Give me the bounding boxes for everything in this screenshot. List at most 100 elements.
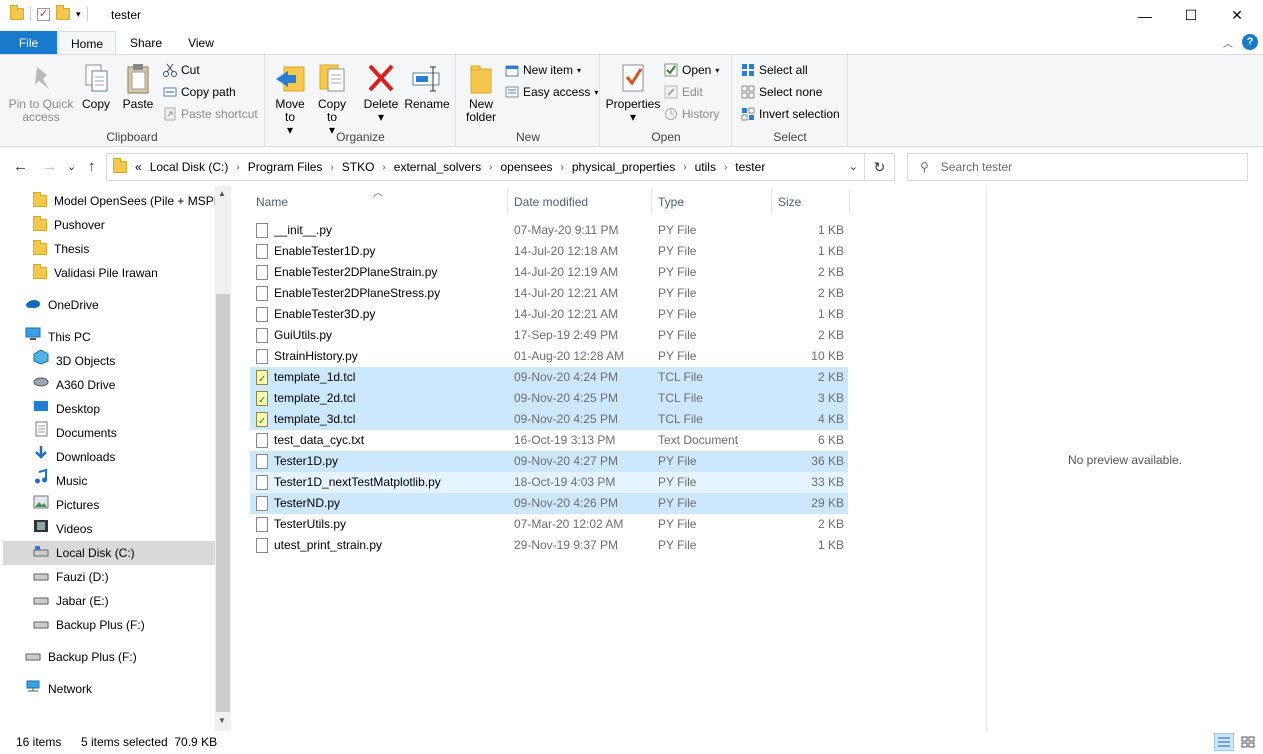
chevron-right-icon[interactable]: › bbox=[683, 162, 686, 173]
file-row[interactable]: Tester1D_nextTestMatplotlib.py 18-Oct-19 … bbox=[250, 472, 848, 493]
refresh-button[interactable]: ↻ bbox=[865, 153, 895, 181]
file-row[interactable]: template_2d.tcl 09-Nov-20 4:25 PM TCL File… bbox=[250, 388, 848, 411]
open-button[interactable]: Open ▾ bbox=[664, 63, 719, 77]
nav-item-a360-drive[interactable]: A360 Drive bbox=[33, 373, 115, 397]
nav-item-documents[interactable]: Documents bbox=[33, 421, 117, 445]
breadcrumb-item[interactable]: Program Files bbox=[248, 160, 323, 174]
new-folder-button[interactable]: New folder bbox=[461, 61, 501, 124]
help-icon[interactable]: ? bbox=[1242, 34, 1258, 50]
large-icons-view-button[interactable] bbox=[1238, 733, 1258, 751]
breadcrumb-item[interactable]: tester bbox=[735, 160, 765, 174]
nav-item-backup-plus-f-root[interactable]: Backup Plus (F:) bbox=[25, 645, 137, 669]
column-header-name[interactable]: Name bbox=[250, 190, 508, 214]
file-row[interactable]: EnableTester3D.py 14-Jul-20 12:21 AM PY Fi… bbox=[250, 304, 848, 325]
properties-button[interactable]: Properties ▾ bbox=[605, 61, 661, 124]
pin-quick-access-button[interactable]: Pin to Quick access bbox=[6, 61, 76, 124]
nav-item-model-opensees[interactable]: Model OpenSees (Pile + MSPD bbox=[33, 189, 222, 213]
copy-to-button[interactable]: Copy to ▾ bbox=[314, 61, 350, 137]
breadcrumb-overflow[interactable]: « bbox=[135, 160, 142, 174]
delete-button[interactable]: Delete ▾ bbox=[362, 61, 400, 124]
breadcrumb-item[interactable]: STKO bbox=[342, 160, 375, 174]
chevron-down-icon[interactable]: ⌄ bbox=[849, 160, 858, 173]
customize-qat-icon[interactable]: ▾ bbox=[76, 9, 81, 20]
file-row[interactable]: EnableTester2DPlaneStress.py 14-Jul-20 12… bbox=[250, 283, 848, 304]
chevron-right-icon[interactable]: › bbox=[382, 162, 385, 173]
column-header-type[interactable]: Type bbox=[652, 190, 772, 214]
nav-item-local-disk-c[interactable]: Local Disk (C:) bbox=[3, 541, 215, 565]
breadcrumb-item[interactable]: utils bbox=[695, 160, 716, 174]
nav-item-backup-plus-f[interactable]: Backup Plus (F:) bbox=[33, 613, 145, 637]
search-input[interactable]: ⚲ Search tester bbox=[907, 153, 1248, 181]
tab-home[interactable]: Home bbox=[58, 31, 116, 55]
copy-path-button[interactable]: Copy path bbox=[163, 85, 236, 99]
select-all-button[interactable]: Select all bbox=[741, 63, 808, 77]
file-row[interactable]: template_3d.tcl 09-Nov-20 4:25 PM TCL File… bbox=[250, 409, 848, 432]
address-bar[interactable]: « Local Disk (C:) › Program Files › STKO… bbox=[106, 153, 865, 181]
tab-view[interactable]: View bbox=[177, 31, 225, 55]
copy-button[interactable]: Copy bbox=[78, 61, 114, 111]
nav-item-thesis[interactable]: Thesis bbox=[33, 237, 89, 261]
nav-item-music[interactable]: Music bbox=[33, 468, 87, 493]
chevron-right-icon[interactable]: › bbox=[561, 162, 564, 173]
paste-button[interactable]: Paste bbox=[120, 61, 156, 111]
file-row[interactable]: EnableTester1D.py 14-Jul-20 12:18 AM PY Fi… bbox=[250, 241, 848, 262]
file-row[interactable]: __init__.py 07-May-20 9:11 PM PY File 1 KB bbox=[250, 220, 848, 241]
tab-file[interactable]: File bbox=[0, 31, 57, 55]
breadcrumb-item[interactable]: physical_properties bbox=[572, 160, 675, 174]
column-header-date[interactable]: Date modified bbox=[508, 190, 652, 214]
back-button[interactable]: ← bbox=[13, 158, 28, 175]
file-row[interactable]: Tester1D.py 09-Nov-20 4:27 PM PY File 36 KB bbox=[250, 451, 848, 472]
rename-button[interactable]: Rename bbox=[404, 61, 450, 111]
move-to-button[interactable]: Move to ▾ bbox=[272, 61, 308, 137]
file-row[interactable]: test_data_cyc.txt 16-Oct-19 3:13 PM Text D… bbox=[250, 430, 848, 451]
chevron-right-icon[interactable]: › bbox=[489, 162, 492, 173]
nav-item-downloads[interactable]: Downloads bbox=[33, 445, 115, 469]
scroll-thumb[interactable] bbox=[216, 294, 230, 712]
chevron-right-icon[interactable]: › bbox=[330, 162, 333, 173]
column-header-size[interactable]: Size bbox=[772, 190, 850, 214]
chevron-right-icon[interactable]: › bbox=[236, 162, 239, 173]
nav-pane-scrollbar[interactable]: ▲ ▼ bbox=[215, 186, 231, 731]
nav-item-network[interactable]: Network bbox=[25, 677, 92, 701]
nav-item-fauzi-d[interactable]: Fauzi (D:) bbox=[33, 565, 109, 589]
nav-item-3d-objects[interactable]: 3D Objects bbox=[33, 349, 115, 373]
breadcrumb-item[interactable]: Local Disk (C:) bbox=[150, 160, 229, 174]
edit-button[interactable]: Edit bbox=[664, 85, 703, 99]
nav-item-onedrive[interactable]: OneDrive bbox=[25, 293, 99, 317]
file-row[interactable]: TesterND.py 09-Nov-20 4:26 PM PY File 29 KB bbox=[250, 493, 848, 514]
file-row[interactable]: StrainHistory.py 01-Aug-20 12:28 AM PY Fil… bbox=[250, 346, 848, 367]
nav-item-desktop[interactable]: Desktop bbox=[33, 397, 100, 421]
easy-access-button[interactable]: Easy access ▾ bbox=[505, 85, 598, 99]
cut-button[interactable]: Cut bbox=[163, 63, 200, 77]
nav-item-pictures[interactable]: Pictures bbox=[33, 493, 99, 517]
file-row[interactable]: EnableTester2DPlaneStrain.py 14-Jul-20 12… bbox=[250, 262, 848, 283]
nav-item-validasi[interactable]: Validasi Pile Irawan bbox=[33, 261, 158, 285]
chevron-right-icon[interactable]: › bbox=[724, 162, 727, 173]
nav-item-pushover[interactable]: Pushover bbox=[33, 213, 105, 237]
details-view-button[interactable] bbox=[1214, 733, 1234, 751]
scroll-up-icon[interactable]: ▲ bbox=[218, 189, 226, 198]
forward-button[interactable]: → bbox=[42, 158, 57, 175]
new-item-button[interactable]: New item ▾ bbox=[505, 63, 581, 77]
new-folder-icon[interactable] bbox=[56, 5, 70, 20]
nav-item-jabar-e[interactable]: Jabar (E:) bbox=[33, 589, 109, 613]
minimize-button[interactable]: — bbox=[1122, 0, 1168, 31]
paste-shortcut-button[interactable]: Paste shortcut bbox=[163, 107, 258, 121]
file-row[interactable]: GuiUtils.py 17-Sep-19 2:49 PM PY File 2 KB bbox=[250, 325, 848, 346]
close-button[interactable]: ✕ bbox=[1214, 0, 1260, 31]
collapse-ribbon-icon[interactable]: ︿ bbox=[1223, 35, 1233, 50]
breadcrumb-item[interactable]: opensees bbox=[500, 160, 552, 174]
properties-icon[interactable]: ✓ bbox=[37, 7, 50, 21]
scroll-down-icon[interactable]: ▼ bbox=[218, 716, 226, 725]
file-row[interactable]: template_1d.tcl 09-Nov-20 4:24 PM TCL File… bbox=[250, 367, 848, 390]
tab-share[interactable]: Share bbox=[120, 31, 172, 55]
maximize-button[interactable]: ☐ bbox=[1168, 0, 1214, 31]
nav-item-videos[interactable]: Videos bbox=[33, 517, 92, 541]
file-row[interactable]: utest_print_strain.py 29-Nov-19 9:37 PM PY… bbox=[250, 535, 848, 556]
select-none-button[interactable]: Select none bbox=[741, 85, 822, 99]
recent-locations-button[interactable]: ⌄ bbox=[67, 160, 76, 173]
up-button[interactable]: ↑ bbox=[88, 158, 96, 175]
history-button[interactable]: History bbox=[664, 107, 719, 121]
invert-selection-button[interactable]: Invert selection bbox=[741, 107, 840, 121]
nav-item-this-pc[interactable]: This PC bbox=[25, 325, 91, 349]
